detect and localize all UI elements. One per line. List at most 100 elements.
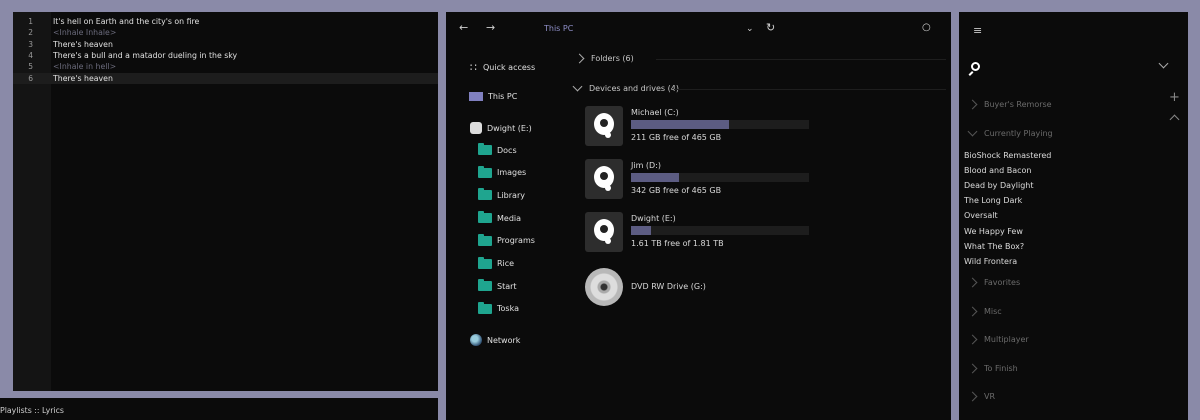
editor-line[interactable]: 6 There's heaven: [13, 72, 438, 84]
search-icon-handle: [968, 71, 974, 76]
line-number: 5: [28, 62, 33, 72]
chevron-down-icon[interactable]: ⌄: [746, 24, 754, 35]
chevron-right-icon: [967, 306, 978, 316]
drive-dvd[interactable]: DVD RW Drive (G:): [585, 268, 825, 312]
sidebar-item-quick-access[interactable]: ∷ Quick access: [470, 61, 535, 74]
drive-name: Michael (C:): [631, 108, 679, 117]
drive-icon: [470, 122, 482, 134]
drive-usage-bar: [631, 173, 809, 182]
sidebar-folder-item[interactable]: Toska: [478, 301, 519, 314]
grid-icon: ∷: [470, 61, 477, 74]
devices-section-header[interactable]: Devices and drives (4): [572, 81, 679, 93]
line-number: 6: [28, 73, 33, 83]
line-text: It's hell on Earth and the city's on fir…: [53, 17, 200, 26]
playlist-game-item[interactable]: What The Box?: [964, 242, 1024, 251]
sidebar-folder-item[interactable]: Programs: [478, 233, 535, 246]
folder-label: Toska: [497, 304, 519, 314]
line-text: There's a bull and a matador dueling in …: [53, 50, 238, 60]
folder-label: Docs: [497, 145, 517, 155]
folder-icon: [478, 256, 492, 269]
line-number: 3: [28, 39, 33, 49]
sidebar-label: Dwight (E:): [487, 123, 532, 133]
sidebar-folder-item[interactable]: Docs: [478, 143, 517, 155]
drive-c[interactable]: Michael (C:) 211 GB free of 465 GB: [585, 106, 825, 150]
playlist-category[interactable]: To Finish: [967, 363, 1018, 373]
folder-icon: [478, 165, 492, 178]
section-title: Folders (6): [591, 54, 634, 63]
folder-icon: [478, 211, 492, 224]
category-label: Buyer's Remorse: [984, 100, 1052, 109]
playlist-game-item[interactable]: BioShock Remastered: [964, 151, 1051, 160]
playlist-game-item[interactable]: The Long Dark: [964, 196, 1022, 205]
drive-name: Jim (D:): [631, 161, 662, 170]
forward-arrow-icon[interactable]: →: [486, 22, 495, 33]
drive-usage-bar: [631, 120, 809, 129]
line-text: There's heaven: [53, 39, 113, 49]
drive-e[interactable]: Dwight (E:) 1.61 TB free of 1.81 TB: [585, 212, 825, 256]
editor-line[interactable]: 3 There's heaven: [13, 39, 438, 50]
playlist-category[interactable]: Multiplayer: [967, 334, 1029, 345]
status-text: Playlists :: Lyrics: [0, 406, 64, 415]
drive-name: Dwight (E:): [631, 214, 676, 223]
chevron-down-icon[interactable]: [1158, 58, 1169, 69]
search-icon[interactable]: [971, 62, 980, 71]
playlist-category[interactable]: Buyer's Remorse: [967, 99, 1052, 110]
hard-drive-icon: [585, 212, 623, 252]
computer-icon: [469, 92, 483, 101]
editor-line[interactable]: 5 <Inhale in hell>: [13, 61, 438, 72]
sidebar-label: Network: [487, 335, 521, 345]
chevron-right-icon: [967, 99, 978, 110]
playlist-panel: ≡ + Buyer's Remorse Currently Playing BioS…: [959, 12, 1188, 420]
sidebar-folder-item[interactable]: Start: [478, 279, 517, 292]
folder-icon: [478, 279, 492, 292]
chevron-up-icon[interactable]: [1169, 114, 1180, 125]
editor-line[interactable]: 2 <Inhale Inhale>: [13, 27, 438, 38]
folder-label: Library: [497, 190, 525, 200]
sidebar-folder-item[interactable]: Library: [478, 188, 525, 201]
line-number: 1: [28, 17, 33, 26]
playlist-category[interactable]: Favorites: [967, 277, 1020, 288]
playlist-category[interactable]: Currently Playing: [967, 126, 1053, 138]
back-arrow-icon[interactable]: ←: [459, 22, 468, 33]
sidebar-item-drive-e[interactable]: Dwight (E:): [470, 122, 532, 134]
folder-icon: [478, 143, 492, 155]
sidebar-folder-item[interactable]: Media: [478, 211, 522, 224]
line-text: <Inhale in hell>: [53, 62, 117, 72]
folders-section-header[interactable]: Folders (6): [574, 53, 634, 64]
divider: [674, 89, 946, 90]
lyrics-editor[interactable]: 1 It's hell on Earth and the city's on fi…: [13, 12, 438, 391]
divider: [656, 59, 946, 60]
category-label: VR: [984, 392, 996, 401]
playlist-game-item[interactable]: Dead by Daylight: [964, 181, 1034, 190]
sidebar-item-network[interactable]: Network: [470, 334, 520, 346]
chevron-right-icon: [967, 334, 978, 345]
hamburger-icon[interactable]: ≡: [973, 24, 982, 37]
address-bar[interactable]: This PC: [544, 24, 573, 33]
folder-label: Media: [497, 213, 522, 223]
sidebar-folder-item[interactable]: Images: [478, 165, 526, 178]
chevron-down-icon: [572, 81, 583, 92]
hard-drive-icon: [585, 106, 623, 146]
globe-icon: [470, 334, 482, 346]
playlist-game-item[interactable]: Wild Frontera: [964, 257, 1017, 266]
playlist-game-item[interactable]: We Happy Few: [964, 227, 1023, 236]
dvd-disc-icon: [585, 268, 623, 306]
line-text: There's heaven: [53, 73, 113, 83]
playlist-category[interactable]: VR: [967, 391, 996, 402]
search-icon[interactable]: ○: [922, 22, 931, 33]
chevron-down-icon: [967, 126, 978, 137]
sidebar-item-this-pc[interactable]: This PC: [469, 92, 517, 101]
drive-d[interactable]: Jim (D:) 342 GB free of 465 GB: [585, 159, 825, 203]
chevron-right-icon: [967, 277, 978, 288]
editor-line[interactable]: 1 It's hell on Earth and the city's on fi…: [13, 16, 438, 27]
sidebar-folder-item[interactable]: Rice: [478, 256, 514, 269]
file-explorer: ← → This PC ⌄ ↻ ○ ∷ Quick access This PC…: [446, 12, 951, 420]
drive-usage-bar: [631, 226, 809, 235]
drive-free-space: 1.61 TB free of 1.81 TB: [631, 239, 724, 248]
editor-line[interactable]: 4 There's a bull and a matador dueling in…: [13, 50, 438, 61]
playlist-game-item[interactable]: Oversalt: [964, 211, 998, 220]
refresh-icon[interactable]: ↻: [766, 22, 775, 33]
add-icon[interactable]: +: [1169, 90, 1180, 105]
playlist-category[interactable]: Misc: [967, 306, 1002, 316]
playlist-game-item[interactable]: Blood and Bacon: [964, 166, 1031, 175]
